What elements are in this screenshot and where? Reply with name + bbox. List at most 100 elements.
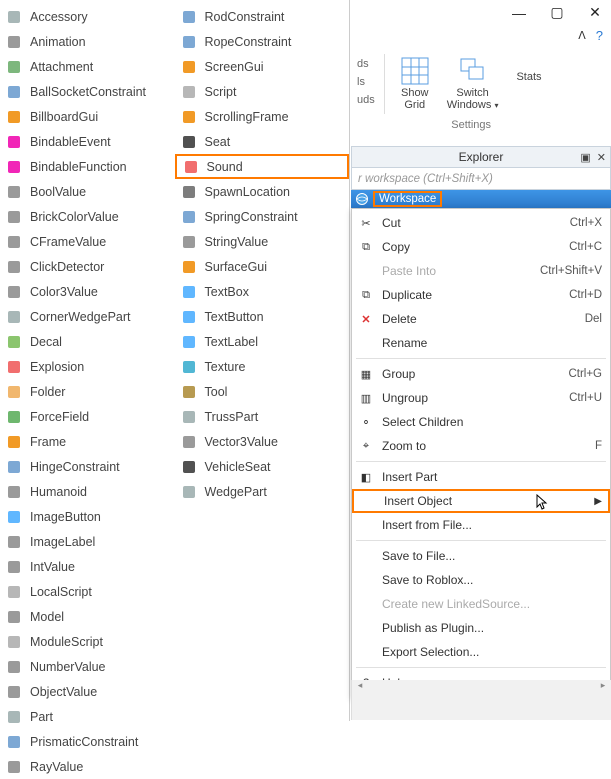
insert-item-forcefield[interactable]: ForceField: [0, 404, 175, 429]
insert-item-texture[interactable]: Texture: [175, 354, 350, 379]
ballsocketconstraint-icon: [6, 84, 22, 100]
insert-item-bindablefunction[interactable]: BindableFunction: [0, 154, 175, 179]
workspace-tree-item[interactable]: Workspace: [351, 190, 611, 208]
menu-item-group[interactable]: ▦GroupCtrl+G: [352, 362, 610, 386]
menu-item-insert-from-file-[interactable]: Insert from File...: [352, 513, 610, 537]
menu-item-delete[interactable]: ✕DeleteDel: [352, 307, 610, 331]
insert-item-accessory[interactable]: Accessory: [0, 4, 175, 29]
close-button[interactable]: ✕: [585, 4, 605, 21]
insert-item-billboardgui[interactable]: BillboardGui: [0, 104, 175, 129]
insert-item-rayvalue[interactable]: RayValue: [0, 754, 175, 779]
insert-item-objectvalue[interactable]: ObjectValue: [0, 679, 175, 704]
menu-item-ungroup[interactable]: ▥UngroupCtrl+U: [352, 386, 610, 410]
menu-item-select-children[interactable]: ⚬Select Children: [352, 410, 610, 434]
switch-windows-button[interactable]: Switch Windows ▾: [440, 54, 506, 115]
stats-button[interactable]: Stats: [509, 54, 548, 98]
cut-icon: ✂: [356, 215, 376, 231]
insert-item-numbervalue[interactable]: NumberValue: [0, 654, 175, 679]
menu-item-label: Delete: [382, 312, 585, 326]
menu-item-zoom-to[interactable]: ⌖Zoom toF: [352, 434, 610, 458]
insert-item-label: TextLabel: [205, 335, 259, 349]
insert-item-textlabel[interactable]: TextLabel: [175, 329, 350, 354]
insert-item-rodconstraint[interactable]: RodConstraint: [175, 4, 350, 29]
hingeconstraint-icon: [6, 459, 22, 475]
cframevalue-icon: [6, 234, 22, 250]
menu-item-export-selection-[interactable]: Export Selection...: [352, 640, 610, 664]
objectvalue-icon: [6, 684, 22, 700]
insert-item-ropeconstraint[interactable]: RopeConstraint: [175, 29, 350, 54]
insert-item-hingeconstraint[interactable]: HingeConstraint: [0, 454, 175, 479]
billboardgui-icon: [6, 109, 22, 125]
insert-item-model[interactable]: Model: [0, 604, 175, 629]
insert-item-script[interactable]: Script: [175, 79, 350, 104]
insert-item-trusspart[interactable]: TrussPart: [175, 404, 350, 429]
insert-item-prismaticconstraint[interactable]: PrismaticConstraint: [0, 729, 175, 754]
insert-item-color3value[interactable]: Color3Value: [0, 279, 175, 304]
workspace-icon: [355, 192, 369, 206]
insert-item-frame[interactable]: Frame: [0, 429, 175, 454]
insert-item-label: NumberValue: [30, 660, 106, 674]
insert-item-intvalue[interactable]: IntValue: [0, 554, 175, 579]
insert-item-vector3value[interactable]: Vector3Value: [175, 429, 350, 454]
menu-item-rename[interactable]: Rename: [352, 331, 610, 355]
explorer-hscroll[interactable]: ◂ ▸: [351, 680, 611, 720]
insert-item-folder[interactable]: Folder: [0, 379, 175, 404]
insert-item-screengui[interactable]: ScreenGui: [175, 54, 350, 79]
insert-item-cframevalue[interactable]: CFrameValue: [0, 229, 175, 254]
insert-item-clickdetector[interactable]: ClickDetector: [0, 254, 175, 279]
show-grid-button[interactable]: Show Grid: [394, 54, 436, 115]
insert-item-label: CornerWedgePart: [30, 310, 131, 324]
insert-item-surfacegui[interactable]: SurfaceGui: [175, 254, 350, 279]
insert-item-modulescript[interactable]: ModuleScript: [0, 629, 175, 654]
insert-item-boolvalue[interactable]: BoolValue: [0, 179, 175, 204]
menu-item-copy[interactable]: ⧉CopyCtrl+C: [352, 235, 610, 259]
insert-item-label: RodConstraint: [205, 10, 285, 24]
menu-item-cut[interactable]: ✂CutCtrl+X: [352, 211, 610, 235]
menu-item-insert-part[interactable]: ◧Insert Part: [352, 465, 610, 489]
insert-item-vehicleseat[interactable]: VehicleSeat: [175, 454, 350, 479]
insert-item-explosion[interactable]: Explosion: [0, 354, 175, 379]
menu-item-publish-as-plugin-[interactable]: Publish as Plugin...: [352, 616, 610, 640]
insert-item-textbox[interactable]: TextBox: [175, 279, 350, 304]
insert-item-springconstraint[interactable]: SpringConstraint: [175, 204, 350, 229]
menu-item-save-to-file-[interactable]: Save to File...: [352, 544, 610, 568]
insert-item-cornerwedgepart[interactable]: CornerWedgePart: [0, 304, 175, 329]
menu-item-create-new-linkedsource-: Create new LinkedSource...: [352, 592, 610, 616]
menu-item-insert-object[interactable]: Insert Object▶: [352, 489, 610, 513]
maximize-button[interactable]: ▢: [547, 4, 567, 21]
screengui-icon: [181, 59, 197, 75]
explorer-close-icon[interactable]: ✕: [597, 151, 606, 164]
insert-item-sound[interactable]: Sound: [175, 154, 350, 179]
insert-item-label: Decal: [30, 335, 62, 349]
insert-item-label: SurfaceGui: [205, 260, 268, 274]
blank-icon: [356, 572, 376, 588]
insert-item-imagelabel[interactable]: ImageLabel: [0, 529, 175, 554]
minimize-button[interactable]: —: [509, 5, 529, 21]
insert-item-stringvalue[interactable]: StringValue: [175, 229, 350, 254]
menu-item-save-to-roblox-[interactable]: Save to Roblox...: [352, 568, 610, 592]
insert-item-scrollingframe[interactable]: ScrollingFrame: [175, 104, 350, 129]
insert-item-animation[interactable]: Animation: [0, 29, 175, 54]
insert-item-decal[interactable]: Decal: [0, 329, 175, 354]
insert-item-tool[interactable]: Tool: [175, 379, 350, 404]
insert-item-part[interactable]: Part: [0, 704, 175, 729]
insert-item-textbutton[interactable]: TextButton: [175, 304, 350, 329]
insert-item-wedgepart[interactable]: WedgePart: [175, 479, 350, 504]
ribbon-collapse-icon[interactable]: ᐱ: [578, 29, 586, 42]
explorer-undock-icon[interactable]: ▣: [580, 151, 590, 164]
menu-item-duplicate[interactable]: ⧉DuplicateCtrl+D: [352, 283, 610, 307]
tool-icon: [181, 384, 197, 400]
insert-item-brickcolorvalue[interactable]: BrickColorValue: [0, 204, 175, 229]
clickdetector-icon: [6, 259, 22, 275]
help-icon[interactable]: ?: [596, 28, 603, 43]
insert-item-bindableevent[interactable]: BindableEvent: [0, 129, 175, 154]
insert-item-humanoid[interactable]: Humanoid: [0, 479, 175, 504]
explorer-filter-input[interactable]: r workspace (Ctrl+Shift+X): [351, 168, 611, 190]
insert-item-imagebutton[interactable]: ImageButton: [0, 504, 175, 529]
insert-item-localscript[interactable]: LocalScript: [0, 579, 175, 604]
insert-item-attachment[interactable]: Attachment: [0, 54, 175, 79]
insert-item-seat[interactable]: Seat: [175, 129, 350, 154]
insert-item-ballsocketconstraint[interactable]: BallSocketConstraint: [0, 79, 175, 104]
insert-item-label: Texture: [205, 360, 246, 374]
insert-item-spawnlocation[interactable]: SpawnLocation: [175, 179, 350, 204]
